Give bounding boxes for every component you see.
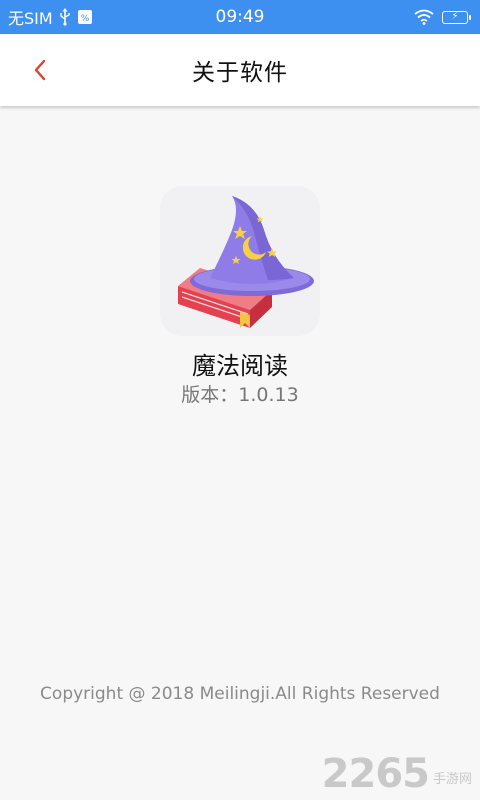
chevron-left-icon bbox=[34, 59, 46, 81]
copyright-text: Copyright @ 2018 Meilingji.All Rights Re… bbox=[40, 684, 440, 704]
app-notification-icon: % bbox=[77, 9, 93, 25]
wifi-icon bbox=[414, 9, 434, 25]
page-title: 关于软件 bbox=[192, 60, 288, 86]
app-name: 魔法阅读 bbox=[192, 352, 288, 380]
back-button[interactable] bbox=[22, 52, 58, 88]
carrier-label: 无SIM bbox=[8, 9, 53, 28]
battery-charging-icon: ⚡ bbox=[442, 10, 471, 24]
status-bar: 无SIM % 09:49 ⚡ bbox=[0, 0, 480, 34]
status-right: ⚡ bbox=[414, 9, 471, 25]
usb-icon bbox=[59, 8, 71, 26]
status-left: 无SIM % bbox=[8, 5, 93, 29]
watermark-text: 手游网 bbox=[432, 772, 472, 788]
bolt-icon: ⚡ bbox=[451, 11, 459, 22]
watermark-number: 2265 bbox=[321, 751, 430, 797]
nav-bar: 关于软件 bbox=[0, 34, 480, 106]
app-version: 版本：1.0.13 bbox=[181, 384, 299, 406]
wizard-hat-book-icon bbox=[160, 186, 320, 336]
watermark: 2265 手游网 bbox=[322, 754, 472, 794]
svg-text:%: % bbox=[80, 14, 89, 24]
